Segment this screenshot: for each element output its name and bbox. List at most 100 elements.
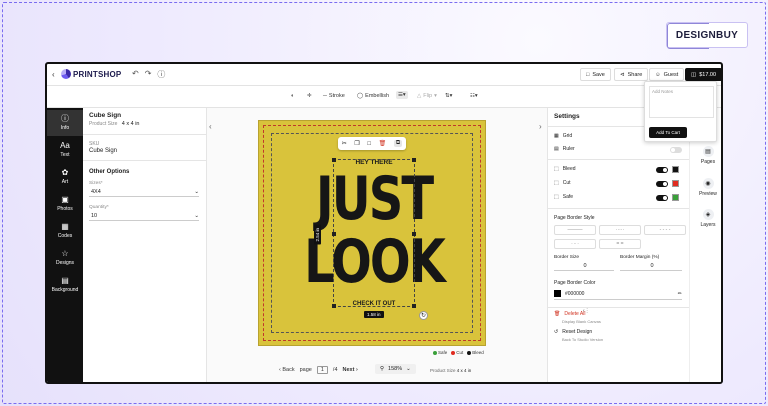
rail-item-photos[interactable]: ▣ Photos xyxy=(47,191,83,217)
color-wheel-icon[interactable]: ◐ xyxy=(291,93,294,99)
border-style-option[interactable]: - - - - xyxy=(644,225,686,235)
bleed-toggle[interactable] xyxy=(656,167,668,173)
bleed-color-swatch[interactable] xyxy=(672,166,679,173)
back-page-button[interactable]: ‹ Back xyxy=(279,367,295,373)
zoom-control[interactable]: ⚲ 158% ⌄ xyxy=(375,364,416,374)
add-to-cart-button[interactable]: Add To Cart xyxy=(649,127,687,138)
save-button[interactable]: □ Save xyxy=(580,68,611,81)
rail-item-codes[interactable]: ▦ Codes xyxy=(47,218,83,244)
border-size-input[interactable]: 0 xyxy=(554,261,614,271)
product-size: Product Size 4 x 4 in xyxy=(89,121,139,127)
layers-label: Layers xyxy=(700,222,716,228)
zoom-value: 158% xyxy=(388,366,403,372)
border-size-label: Border Size xyxy=(554,255,580,260)
page-input[interactable]: 1 xyxy=(316,366,328,374)
ruler-toggle-row[interactable]: ▤ Ruler xyxy=(554,146,575,152)
width-dimension: 1.58 in xyxy=(364,311,384,318)
sku-value: Cube Sign xyxy=(89,148,118,154)
info-icon: ⓘ xyxy=(61,114,69,123)
page-border-color-value: #000000 xyxy=(565,290,585,297)
product-title: Cube Sign xyxy=(89,112,122,119)
help-icon[interactable]: ⓘ xyxy=(157,69,165,80)
safe-color-swatch[interactable] xyxy=(672,194,679,201)
distribute-button[interactable]: ☷▾ xyxy=(470,93,478,99)
embellish-button[interactable]: ◯ Embellish xyxy=(357,93,389,99)
eyedropper-icon[interactable]: ✏ xyxy=(678,291,682,297)
cut-color-swatch[interactable] xyxy=(672,180,679,187)
grid-icon: ▦ xyxy=(554,133,559,139)
undo-icon[interactable]: ↶ xyxy=(132,69,139,80)
divider xyxy=(548,208,690,209)
resize-handle[interactable] xyxy=(412,304,416,308)
resize-handle[interactable] xyxy=(332,232,336,236)
border-margin-input[interactable]: 0 xyxy=(620,261,682,271)
layer-order-button[interactable]: ⇅▾ xyxy=(445,93,452,99)
guide-legend: Safe Cut Bleed xyxy=(433,350,484,355)
selection-box[interactable] xyxy=(332,158,416,308)
flip-button[interactable]: △ Flip ▾ xyxy=(417,93,437,99)
object-toolbar: ✂ ❐ □ 🗑 ⧉ xyxy=(338,137,406,150)
border-style-option[interactable]: ····· xyxy=(599,225,641,235)
rail-item-art[interactable]: ✿ Art xyxy=(47,164,83,190)
design-canvas[interactable]: HEY THERE JUST LOOK CHECK IT OUT ✂ ❐ □ 🗑… xyxy=(258,120,486,346)
delete-all-button[interactable]: 🗑 Delete All xyxy=(554,311,585,317)
rail-item-background[interactable]: ▤ Background xyxy=(47,272,83,298)
resize-handle[interactable] xyxy=(412,158,416,162)
ruler-toggle[interactable] xyxy=(670,147,682,153)
rail-label: Info xyxy=(60,125,70,131)
cart-button[interactable]: ◫ $17.00 xyxy=(685,68,721,81)
delete-icon[interactable]: 🗑 xyxy=(379,140,387,147)
pages-icon: ▤ xyxy=(702,146,714,157)
next-page-button[interactable]: Next › xyxy=(343,367,358,373)
background-icon: ▤ xyxy=(61,276,69,285)
rail-item-designs[interactable]: ☆ Designs xyxy=(47,245,83,271)
grid-toggle-row[interactable]: ▦ Grid xyxy=(554,133,572,139)
art-icon: ✿ xyxy=(61,168,69,177)
rail-item-preview[interactable]: ◉ Preview xyxy=(690,178,721,197)
flip-icon: △ xyxy=(417,93,422,99)
redo-icon[interactable]: ↷ xyxy=(145,69,152,80)
notes-textarea[interactable]: Add Notes xyxy=(649,86,714,118)
chevron-down-icon: ▾ xyxy=(434,93,437,99)
color-swatch xyxy=(554,290,561,297)
duplicate-icon[interactable]: ⧉ xyxy=(393,140,403,147)
back-arrow-icon[interactable]: ‹ xyxy=(52,70,55,79)
cut-toggle[interactable] xyxy=(656,181,668,187)
layers-icon: ◈ xyxy=(702,209,714,220)
rail-item-info[interactable]: ⓘ Info xyxy=(47,110,83,136)
collapse-left-icon[interactable]: ‹ xyxy=(209,122,212,131)
cut-icon[interactable]: ✂ xyxy=(342,140,347,147)
app-logo[interactable]: PRINTSHOP xyxy=(61,69,121,79)
quantity-select[interactable]: 10 ⌄ xyxy=(89,211,199,221)
preview-label: Preview xyxy=(699,191,717,197)
border-style-option[interactable]: · - · xyxy=(554,239,596,249)
copy-icon[interactable]: ❐ xyxy=(354,140,359,147)
rotate-icon[interactable]: ↻ xyxy=(419,311,428,320)
resize-handle[interactable] xyxy=(412,232,416,236)
settings-panel: Settings ▦ Grid ▤ Ruler ⬚ Bleed ⬚ Cut ⬚ … xyxy=(547,108,690,382)
safe-row: ⬚ Safe xyxy=(554,194,573,200)
divider xyxy=(83,160,207,161)
share-button[interactable]: ⊲ Share xyxy=(614,68,649,81)
rail-item-text[interactable]: Aa Text xyxy=(47,137,83,163)
stroke-button[interactable]: ─ Stroke xyxy=(323,93,345,99)
page-total: /4 xyxy=(332,367,338,373)
pager: ‹ Back page 1 /4 Next › xyxy=(279,366,358,374)
align-button[interactable]: ☰▾ xyxy=(396,91,408,99)
move-icon[interactable]: ✛ xyxy=(307,93,312,99)
snap-handle-icon[interactable]: ‹⋮ xyxy=(583,308,590,314)
paste-icon[interactable]: □ xyxy=(367,141,371,147)
collapse-right-icon[interactable]: › xyxy=(539,122,542,131)
rail-item-pages[interactable]: ▤ Pages xyxy=(690,146,721,165)
resize-handle[interactable] xyxy=(332,304,336,308)
resize-handle[interactable] xyxy=(332,158,336,162)
reset-design-button[interactable]: ↺ Reset Design xyxy=(554,329,592,335)
guest-button[interactable]: ☺ Guest xyxy=(649,68,685,81)
safe-toggle[interactable] xyxy=(656,195,668,201)
page-border-color-field[interactable]: #000000 ✏ xyxy=(554,288,682,300)
border-style-option[interactable]: ——— xyxy=(554,225,596,235)
star-icon: ☆ xyxy=(61,249,69,258)
border-style-option[interactable]: = = xyxy=(599,239,641,249)
sizes-select[interactable]: 4X4 ⌄ xyxy=(89,187,199,197)
rail-item-layers[interactable]: ◈ Layers xyxy=(690,209,721,228)
